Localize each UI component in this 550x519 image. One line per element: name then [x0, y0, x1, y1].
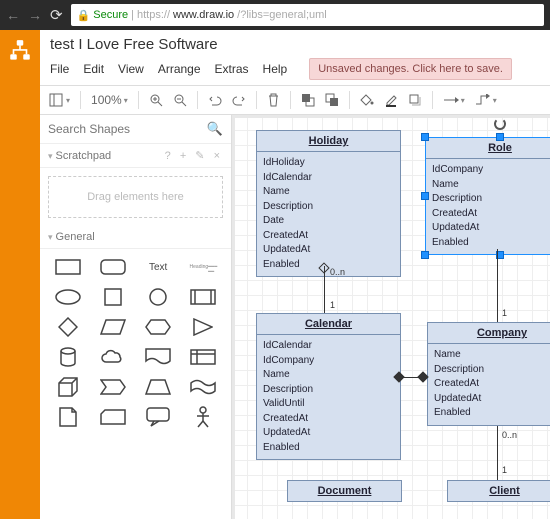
resize-handle[interactable] [496, 133, 504, 141]
shape-heading[interactable]: Heading━━━━━ [184, 255, 223, 279]
app-logo[interactable] [0, 30, 40, 519]
shape-cylinder[interactable] [48, 345, 87, 369]
save-warning[interactable]: Unsaved changes. Click here to save. [309, 58, 512, 80]
redo-icon[interactable] [232, 93, 246, 107]
shape-note[interactable] [48, 405, 87, 429]
shape-process[interactable] [184, 285, 223, 309]
shape-text[interactable]: Text [139, 255, 178, 279]
uml-company[interactable]: Company NameDescriptionCreatedAtUpdatedA… [427, 322, 550, 426]
back-icon[interactable]: ← [6, 7, 20, 23]
scratchpad-label[interactable]: Scratchpad [56, 150, 112, 162]
address-bar[interactable]: 🔒 Secure | https://www.draw.io/?libs=gen… [71, 4, 544, 26]
reload-icon[interactable]: ⟳ [50, 6, 63, 24]
zoom-level[interactable]: 100% ▾ [91, 93, 128, 107]
shape-triangle[interactable] [184, 315, 223, 339]
forward-icon[interactable]: → [28, 7, 42, 23]
uml-company-attrs: NameDescriptionCreatedAtUpdatedAtEnabled [428, 344, 550, 425]
waypoint-icon[interactable]: ▾ [475, 94, 497, 106]
connector[interactable] [497, 426, 498, 480]
document-title[interactable]: test I Love Free Software [40, 30, 550, 55]
lock-icon: 🔒 [77, 9, 91, 22]
search-icon[interactable]: 🔍 [207, 121, 223, 137]
shape-diamond[interactable] [48, 315, 87, 339]
shape-hexagon[interactable] [139, 315, 178, 339]
shape-document[interactable] [139, 345, 178, 369]
shape-trapezoid[interactable] [139, 375, 178, 399]
zoom-out-icon[interactable] [173, 93, 187, 107]
sidebar: 🔍 ▾Scratchpad ? + ✎ × Drag elements here… [40, 115, 232, 519]
toolbar: ▾ 100% ▾ ▾ ▾ [40, 85, 550, 115]
resize-handle[interactable] [421, 192, 429, 200]
to-front-icon[interactable] [301, 93, 315, 107]
shape-rect[interactable] [48, 255, 87, 279]
shape-cloud[interactable] [93, 345, 132, 369]
undo-icon[interactable] [208, 93, 222, 107]
shape-tape[interactable] [184, 375, 223, 399]
uml-calendar-attrs: IdCalendarIdCompanyNameDescriptionValidU… [257, 335, 400, 459]
menu-edit[interactable]: Edit [83, 62, 104, 76]
shape-step[interactable] [93, 375, 132, 399]
shape-parallelogram[interactable] [93, 315, 132, 339]
search-input[interactable] [48, 122, 207, 136]
scratchpad-dropzone[interactable]: Drag elements here [48, 176, 223, 218]
to-back-icon[interactable] [325, 93, 339, 107]
shape-internal[interactable] [184, 345, 223, 369]
resize-handle[interactable] [421, 251, 429, 259]
url-host: www.draw.io [173, 9, 234, 21]
url-path: /?libs=general;uml [237, 9, 327, 21]
url-prefix: https:// [137, 9, 170, 21]
shapes-palette: Text Heading━━━━━ [40, 249, 231, 435]
shape-square[interactable] [93, 285, 132, 309]
scratchpad-tools[interactable]: ? + ✎ × [165, 149, 223, 162]
uml-holiday[interactable]: Holiday IdHolidayIdCalendarNameDescripti… [256, 130, 401, 277]
uml-client[interactable]: Client [447, 480, 550, 502]
uml-calendar[interactable]: Calendar IdCalendarIdCompanyNameDescript… [256, 313, 401, 460]
uml-role[interactable]: Role IdCompanyNameDescriptionCreatedAtUp… [425, 137, 550, 255]
menu-help[interactable]: Help [263, 62, 288, 76]
secure-label: Secure [93, 9, 128, 21]
delete-icon[interactable] [267, 93, 280, 107]
shape-rounded[interactable] [93, 255, 132, 279]
connector[interactable] [497, 249, 498, 322]
shape-callout[interactable] [139, 405, 178, 429]
shape-cube[interactable] [48, 375, 87, 399]
shadow-icon[interactable] [408, 93, 422, 107]
browser-chrome: ← → ⟳ 🔒 Secure | https://www.draw.io/?li… [0, 0, 550, 30]
resize-handle[interactable] [421, 133, 429, 141]
shape-actor[interactable] [184, 405, 223, 429]
shape-card[interactable] [93, 405, 132, 429]
general-label[interactable]: General [56, 231, 95, 243]
menu-extras[interactable]: Extras [215, 62, 249, 76]
menu-view[interactable]: View [118, 62, 144, 76]
shape-circle[interactable] [139, 285, 178, 309]
shape-ellipse[interactable] [48, 285, 87, 309]
uml-document[interactable]: Document [287, 480, 402, 502]
menu-arrange[interactable]: Arrange [158, 62, 201, 76]
fill-icon[interactable] [360, 93, 374, 107]
canvas[interactable]: Holiday IdHolidayIdCalendarNameDescripti… [232, 115, 550, 519]
sidebar-toggle[interactable]: ▾ [48, 92, 70, 108]
menu-bar: File Edit View Arrange Extras Help Unsav… [40, 55, 550, 85]
menu-file[interactable]: File [50, 62, 69, 76]
connection-icon[interactable]: ▾ [443, 94, 465, 106]
uml-role-attrs: IdCompanyNameDescriptionCreatedAtUpdated… [426, 159, 550, 254]
rotate-handle[interactable] [494, 118, 506, 130]
uml-holiday-attrs: IdHolidayIdCalendarNameDescriptionDateCr… [257, 152, 400, 276]
line-color-icon[interactable] [384, 93, 398, 107]
zoom-in-icon[interactable] [149, 93, 163, 107]
